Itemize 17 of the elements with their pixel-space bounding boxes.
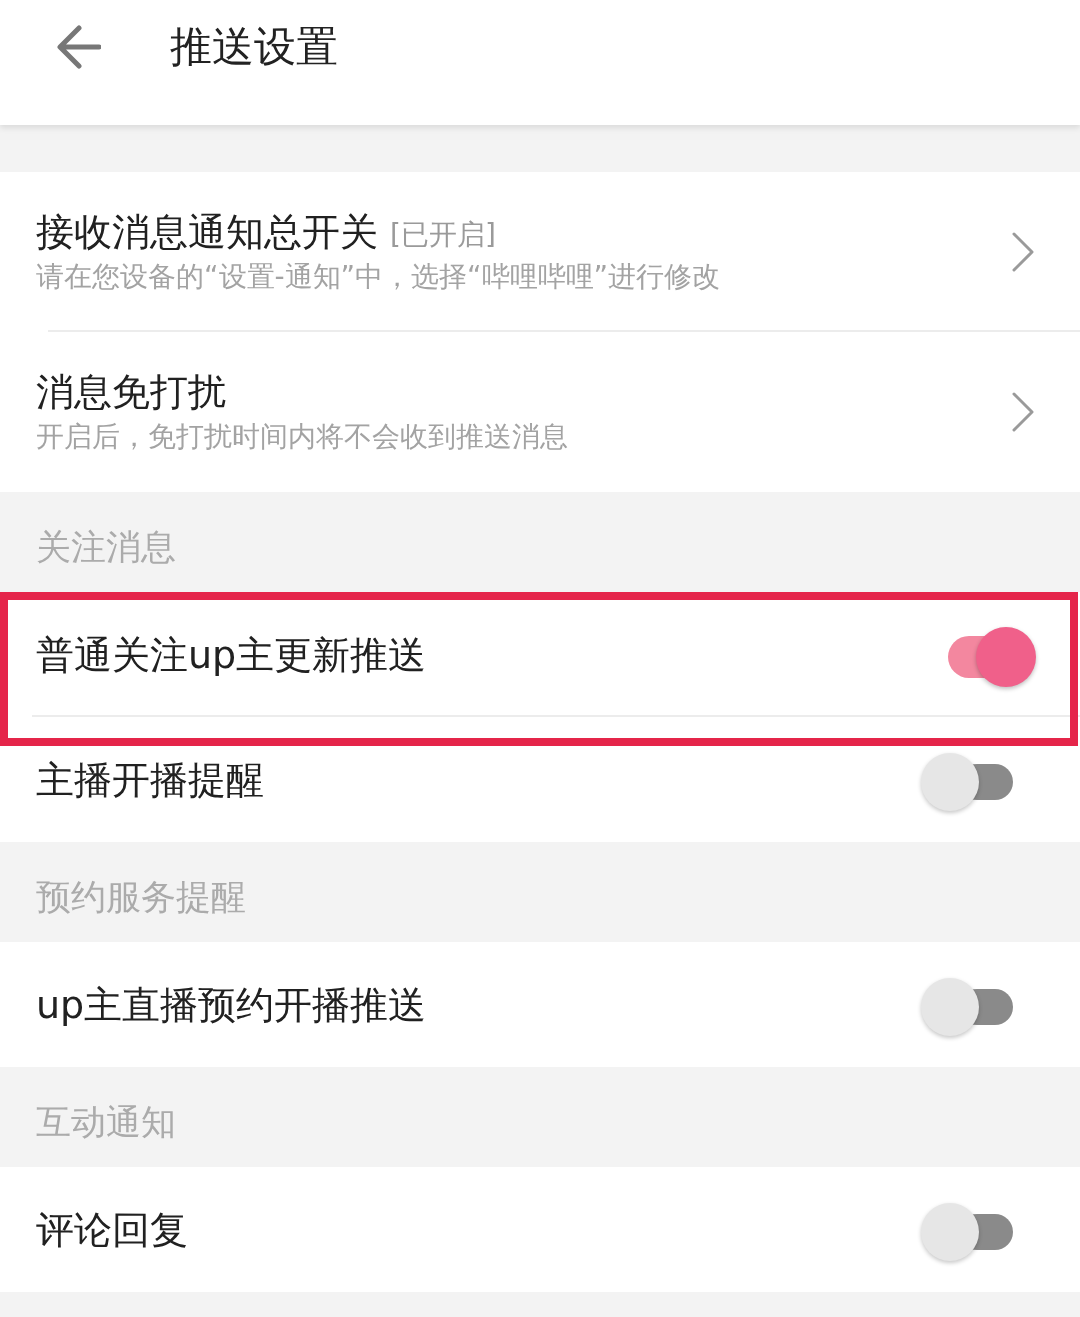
section-heading: 关注消息 [36, 529, 176, 565]
setting-title: 接收消息通知总开关 [36, 209, 378, 255]
chevron-right-icon [1012, 232, 1034, 272]
back-arrow-icon [57, 25, 101, 69]
section-heading: 预约服务提醒 [36, 879, 246, 915]
setting-title: 普通关注up主更新推送 [36, 635, 427, 674]
section-heading: 互动通知 [36, 1104, 176, 1140]
setting-title: 评论回复 [36, 1210, 188, 1249]
setting-title: up主直播预约开播推送 [36, 985, 427, 1024]
setting-title: 消息免打扰 [36, 369, 226, 415]
setting-description: 开启后，免打扰时间内将不会收到推送消息 [36, 419, 568, 455]
page-title: 推送设置 [170, 26, 338, 68]
status-label: [已开启] [390, 217, 496, 253]
setting-title: 主播开播提醒 [36, 760, 264, 799]
back-button[interactable] [57, 25, 101, 69]
setting-description: 请在您设备的“设置-通知”中，选择“哔哩哔哩”进行修改 [36, 259, 721, 295]
chevron-right-icon [1012, 392, 1034, 432]
